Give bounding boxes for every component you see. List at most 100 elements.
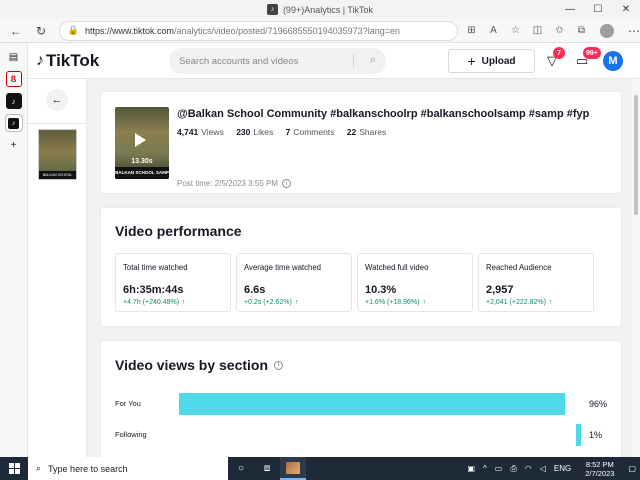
avatar[interactable]: M [603,51,623,71]
section-bar-track [179,393,581,415]
up-arrow-icon: ↑ [294,299,299,306]
metric-label: Reached Audience [486,263,552,272]
collections-icon[interactable]: ⧉ [570,21,592,41]
likes-label: Likes [253,127,274,137]
metric-average-time-watched[interactable]: Average time watched 6.6s +0.2s (+2.62%)… [236,253,352,312]
tiktok-active-tab-icon[interactable]: ♪ [4,114,23,132]
play-icon[interactable] [135,133,146,147]
search-icon: ⌕ [36,463,42,473]
tiktok-tab-icon: ♪ [266,4,278,15]
views-label: Views [201,127,224,137]
back-button[interactable]: ← [46,89,68,111]
video-thumbnail-small[interactable]: BALKAN SCHOOL SAMP [38,129,77,185]
taskbar-search-input[interactable]: ⌕ Type here to search [28,457,228,480]
section-bar-label: For You [115,399,141,408]
favorite-star-icon[interactable]: ☆ [504,21,526,41]
url-host: https://www.tiktok.com [85,25,175,36]
upload-button[interactable]: + Upload [448,49,535,73]
metric-reached-audience[interactable]: Reached Audience 2,957 +2,041 (+222.82%)… [478,253,594,312]
video-performance-card: Video performance Total time watched 6h:… [100,207,622,327]
info-icon[interactable]: i [274,360,284,370]
app-image-icon [286,461,300,474]
metric-change: +4.7h (+240.48%) ↑ [123,299,186,306]
main-content: 13.30s BALKAN SCHOOL SAMP @Balkan School… [87,79,640,470]
search-divider [353,54,354,68]
taskbar-search-placeholder: Type here to search [48,463,128,474]
video-title: @Balkan School Community #balkanschoolrp… [177,108,590,120]
windows-taskbar: ⌕ Type here to search ○ ⧈ ▣ ^ ▭ ⎙ ◠ ◁ EN… [0,457,640,480]
maximize-icon[interactable]: ☐ [584,0,612,19]
url-path: /analytics/video/posted/7196685550194035… [174,25,400,36]
refresh-icon[interactable]: ↻ [31,21,50,41]
clock[interactable]: 8:52 PM 2/7/2023 [581,460,618,478]
video-thumbnail[interactable]: 13.30s BALKAN SCHOOL SAMP [115,107,169,179]
comments-label: Comments [293,127,335,137]
section-bar-track [179,424,581,446]
close-icon[interactable]: ✕ [612,0,640,19]
network-icon[interactable]: ▭ [495,464,503,473]
task-view-icon[interactable]: ⧈ [254,457,280,480]
show-hidden-icons-icon[interactable]: ^ [483,464,487,473]
shares-label: Shares [359,127,387,137]
metric-label: Average time watched [244,263,322,272]
up-arrow-icon: ↑ [422,299,426,306]
search-placeholder: Search accounts and videos [179,55,299,67]
tiktok-logo-text: TikTok [46,51,100,70]
read-aloud-icon[interactable]: A [482,21,504,41]
video-stats: 4,741 Views 230 Likes 7 Comments 22 Shares [177,127,396,137]
language-indicator[interactable]: ENG [554,464,571,473]
section-bar-value: 1% [589,430,603,440]
split-screen-icon[interactable]: ◫ [526,21,548,41]
page-scrollbar[interactable] [632,79,640,457]
more-options-icon[interactable]: ⋯ [628,24,640,38]
clock-time: 8:52 PM [585,459,614,469]
minimize-icon[interactable]: — [556,0,584,19]
views-count: 4,741 [177,127,199,137]
upload-label: Upload [481,55,516,67]
left-column: ← BALKAN SCHOOL SAMP [28,79,87,457]
wifi-icon[interactable]: ◠ [525,464,532,473]
tray-app-icon[interactable]: ▣ [467,464,475,473]
section-bar-fill [179,393,565,415]
favorites-icon[interactable]: ✩ [548,21,570,41]
url-field[interactable]: 🔒 https://www.tiktok.com/analytics/video… [58,20,459,41]
notifications-icon[interactable]: ▢ [628,464,636,473]
taskbar-app-thumbnail[interactable] [280,457,306,480]
microphone-icon[interactable]: ⎙ [510,464,516,474]
section-bar-fill [576,424,581,446]
info-icon[interactable]: i [281,179,291,188]
browser-profile-icon[interactable] [600,23,614,38]
address-bar-icons: ⊞ A ☆ ◫ ✩ ⧉ [460,21,592,41]
post-time: Post time: 2/5/2023 3:55 PM i [177,179,291,188]
search-input[interactable]: Search accounts and videos ⌕ [169,48,386,74]
thumbnail-small-caption: BALKAN SCHOOL SAMP [39,171,76,185]
metric-total-time-watched[interactable]: Total time watched 6h:35m:44s +4.7h (+24… [115,253,231,312]
tiktok-header: ♪ TikTok Search accounts and videos ⌕ + … [28,43,640,79]
likes-count: 230 [236,127,251,137]
messages-badge: 99+ [583,47,601,59]
start-button[interactable] [0,457,28,480]
metric-label: Watched full video [365,263,429,272]
back-arrow-icon[interactable]: ← [6,21,25,41]
performance-title: Video performance [115,223,242,239]
search-icon[interactable]: ⌕ [370,54,376,67]
section-bar-row: Following 1% [115,424,615,446]
apps-icon[interactable]: ⊞ [460,21,482,41]
video-duration: 13.30s [131,158,153,165]
scrollbar-thumb[interactable] [634,95,638,215]
pinned-tab-icon[interactable]: ß [5,71,22,87]
tiktok-logo[interactable]: ♪ TikTok [36,51,99,71]
volume-icon[interactable]: ◁ [540,464,546,473]
up-arrow-icon: ↑ [182,299,186,306]
new-tab-plus-icon[interactable]: + [6,137,22,153]
tab-actions-icon[interactable]: ▤ [6,49,22,65]
shares-count: 22 [346,127,357,137]
metric-watched-full-video[interactable]: Watched full video 10.3% +1.6% (+18.96%)… [357,253,473,312]
tiktok-pinned-tab-icon[interactable]: ♪ [5,93,22,109]
section-bar-row: For You 96% [115,393,615,415]
cortana-icon[interactable]: ○ [228,457,254,480]
address-bar-row: ← ↻ 🔒 https://www.tiktok.com/analytics/v… [0,19,640,43]
metrics-row: Total time watched 6h:35m:44s +4.7h (+24… [115,253,594,312]
window-title-bar: ♪ (99+)Analytics | TikTok — ☐ ✕ [0,0,640,19]
left-divider [28,123,87,124]
